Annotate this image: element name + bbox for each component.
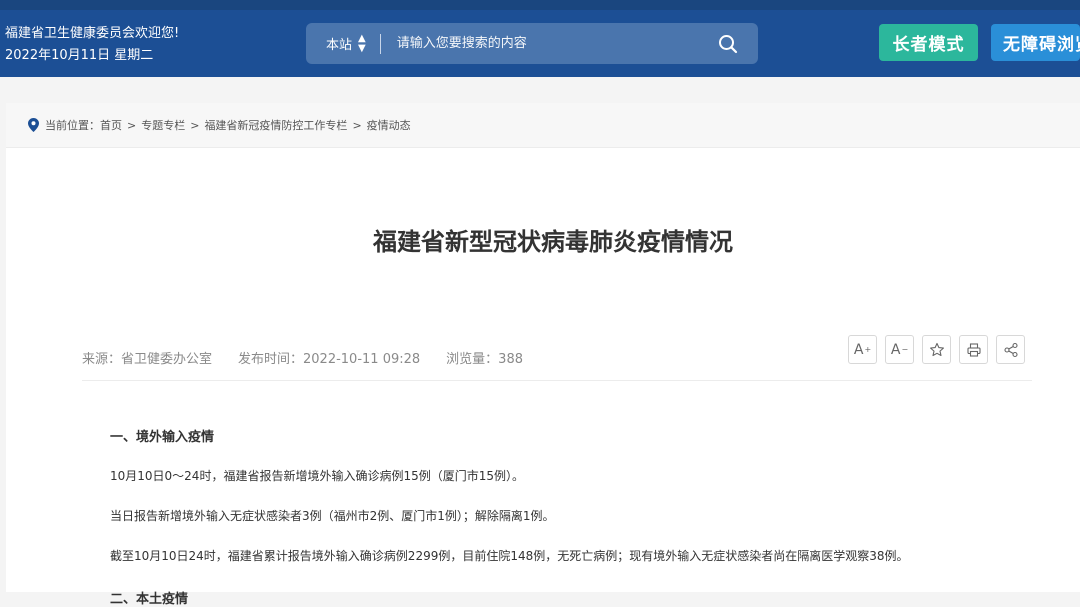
top-header: 福建省卫生健康委员会欢迎您! 2022年10月11日 星期二 本站 ▲▼ 长者模…	[0, 0, 1080, 77]
font-decrease-button[interactable]: A −	[885, 335, 914, 364]
share-icon	[1003, 342, 1018, 357]
print-button[interactable]	[959, 335, 988, 364]
sort-arrows-icon: ▲ ▼	[358, 32, 366, 54]
breadcrumb-separator: >	[190, 118, 200, 132]
search-button[interactable]	[706, 23, 750, 64]
elder-mode-button[interactable]: 长者模式	[879, 24, 978, 61]
search-input[interactable]	[394, 35, 706, 52]
accessibility-mode-button[interactable]: 无障碍浏览	[991, 24, 1080, 61]
breadcrumb-separator: >	[352, 118, 362, 132]
breadcrumb-covid-column[interactable]: 福建省新冠疫情防控工作专栏	[204, 117, 347, 133]
breadcrumb: 当前位置： 首页 > 专题专栏 > 福建省新冠疫情防控工作专栏 > 疫情动态	[6, 103, 1080, 148]
welcome-text: 福建省卫生健康委员会欢迎您!	[5, 26, 180, 41]
article-body: 一、境外输入疫情 10月10日0～24时，福建省报告新增境外输入确诊病例15例（…	[110, 426, 1030, 607]
location-pin-icon	[28, 118, 39, 132]
plus-icon: +	[864, 345, 872, 354]
article-source: 来源：省卫健委办公室	[82, 352, 213, 367]
font-increase-label: A	[853, 341, 864, 358]
article-paragraph: 当日报告新增境外输入无症状感染者3例（福州市2例、厦门市1例）；解除隔离1例。	[110, 509, 555, 523]
section-heading-partial: 二、本土疫情	[110, 592, 189, 607]
current-date: 2022年10月11日 星期二	[5, 48, 154, 63]
share-button[interactable]	[996, 335, 1025, 364]
article-views: 浏览量：388	[446, 352, 523, 367]
welcome-block: 福建省卫生健康委员会欢迎您! 2022年10月11日 星期二	[5, 23, 179, 67]
breadcrumb-separator: >	[127, 118, 137, 132]
article-publish-time: 发布时间：2022-10-11 09:28	[238, 352, 421, 367]
breadcrumb-prefix: 当前位置：	[45, 119, 100, 132]
search-scope-select[interactable]: 本站 ▲ ▼	[306, 32, 380, 54]
favorite-button[interactable]	[922, 335, 951, 364]
printer-icon	[966, 342, 981, 357]
search-scope-label: 本站	[326, 38, 353, 53]
article-title: 福建省新型冠状病毒肺炎疫情情况	[373, 228, 733, 256]
breadcrumb-home[interactable]: 首页	[100, 117, 122, 133]
section-heading: 一、境外输入疫情	[110, 430, 215, 445]
search-icon	[719, 34, 738, 53]
article-paragraph: 截至10月10日24时，福建省累计报告境外输入确诊病例2299例，目前住院148…	[110, 549, 909, 563]
search-bar: 本站 ▲ ▼	[306, 23, 758, 64]
article-tools: A + A −	[848, 335, 1025, 364]
font-increase-button[interactable]: A +	[848, 335, 877, 364]
meta-divider	[82, 380, 1032, 381]
minus-icon: −	[901, 345, 909, 354]
breadcrumb-epidemic-news[interactable]: 疫情动态	[367, 117, 411, 133]
article-paragraph: 10月10日0～24时，福建省报告新增境外输入确诊病例15例（厦门市15例）。	[110, 469, 524, 483]
breadcrumb-topics[interactable]: 专题专栏	[141, 117, 185, 133]
search-divider	[379, 33, 381, 54]
star-icon	[929, 342, 944, 356]
font-decrease-label: A	[890, 341, 901, 358]
article-meta: 来源：省卫健委办公室 发布时间：2022-10-11 09:28 浏览量：388	[82, 348, 523, 367]
main-content: 当前位置： 首页 > 专题专栏 > 福建省新冠疫情防控工作专栏 > 疫情动态 福…	[6, 103, 1080, 607]
